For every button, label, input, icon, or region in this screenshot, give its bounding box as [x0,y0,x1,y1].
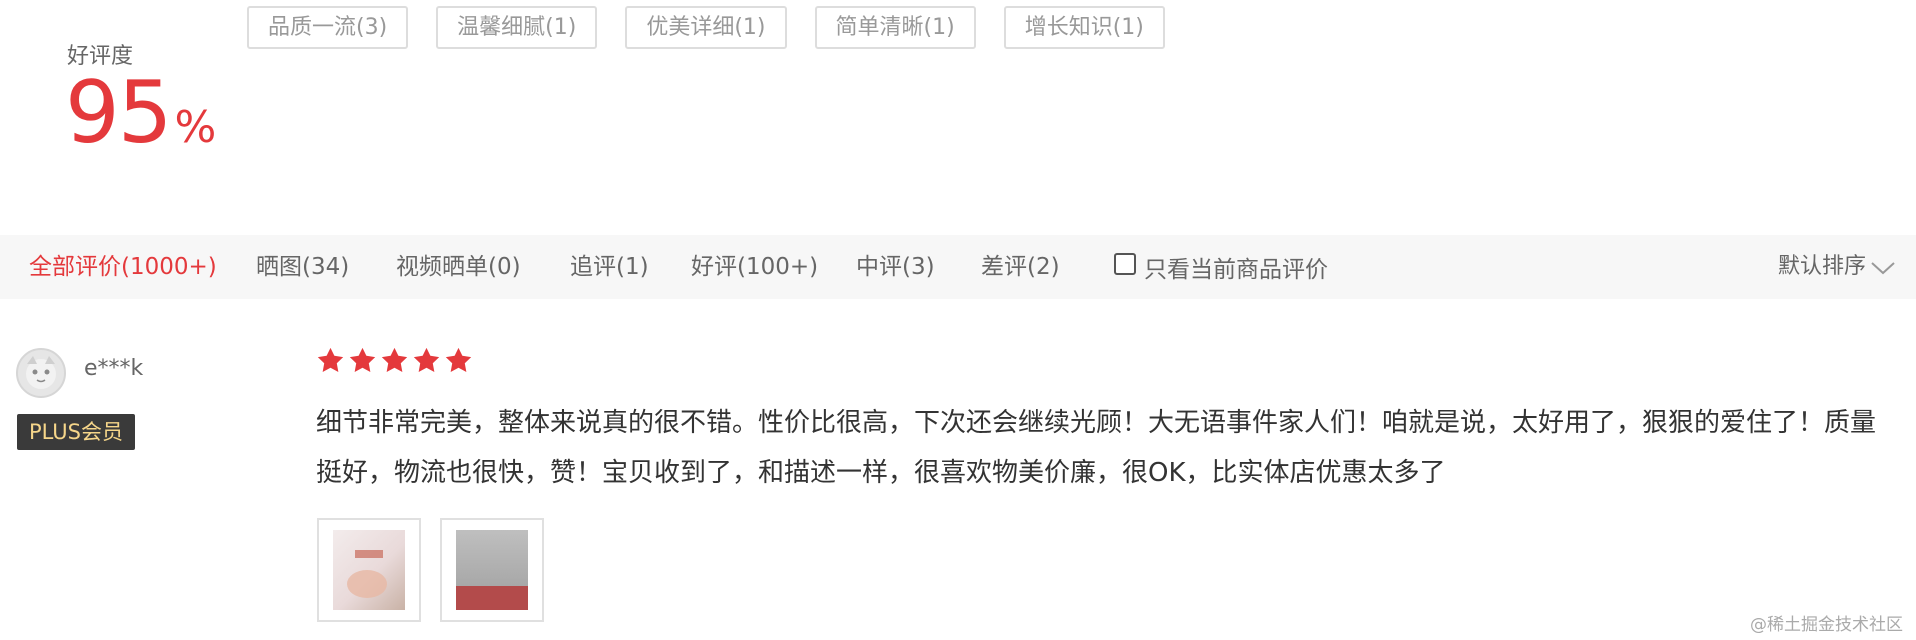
review-page: 好评度 95% 品质一流(3) 温馨细腻(1) 优美详细(1) 简单清晰(1) … [0,0,1916,640]
review-images [317,518,544,622]
star-icon [445,347,472,372]
avatar-cat-icon [26,356,56,389]
review-image-thumbnail[interactable] [317,518,421,622]
only-current-label: 只看当前商品评价 [1144,257,1328,283]
filter-with-images[interactable]: 晒图(34) [256,235,349,299]
rating-value: 95% [65,70,216,156]
watermark: @稀土掘金技术社区 [1750,615,1903,635]
filter-all[interactable]: 全部评价(1000+) [29,235,217,299]
only-current-toggle[interactable]: 只看当前商品评价 [1114,235,1328,299]
review-image-thumbnail[interactable] [440,518,544,622]
tag-knowledge[interactable]: 增长知识(1) [1003,6,1165,49]
filter-positive[interactable]: 好评(100+) [691,235,818,299]
only-current-checkbox[interactable] [1114,253,1136,275]
star-icon [317,347,344,372]
book-back-image [456,530,528,610]
review-username: e***k [84,356,144,381]
review-text: 细节非常完美，整体来说真的很不错。性价比很高，下次还会继续光顾！大无语事件家人们… [316,408,1877,488]
star-icon [413,347,440,372]
star-icon [349,347,376,372]
tag-warm[interactable]: 温馨细腻(1) [436,6,598,49]
tag-clear[interactable]: 简单清晰(1) [814,6,976,49]
plus-member-badge: PLUS会员 [17,414,135,450]
chevron-down-icon [1871,262,1895,275]
filter-bar: 全部评价(1000+) 晒图(34) 视频晒单(0) 追评(1) 好评(100+… [0,235,1916,299]
star-icon [381,347,408,372]
tag-detailed[interactable]: 优美详细(1) [625,6,787,49]
review-tags: 品质一流(3) 温馨细腻(1) 优美详细(1) 简单清晰(1) 增长知识(1) [247,6,1165,49]
filter-followup[interactable]: 追评(1) [570,235,649,299]
rating-percent-sign: % [174,102,217,153]
filter-neutral[interactable]: 中评(3) [856,235,935,299]
sort-label: 默认排序 [1778,254,1867,279]
filter-video[interactable]: 视频晒单(0) [396,235,521,299]
filter-negative[interactable]: 差评(2) [981,235,1060,299]
rating-number: 95 [65,63,172,163]
sort-dropdown[interactable]: 默认排序 [1778,235,1896,299]
review-stars [316,346,473,375]
tag-quality[interactable]: 品质一流(3) [247,6,409,49]
avatar [16,348,66,398]
book-cover-image [333,530,405,610]
